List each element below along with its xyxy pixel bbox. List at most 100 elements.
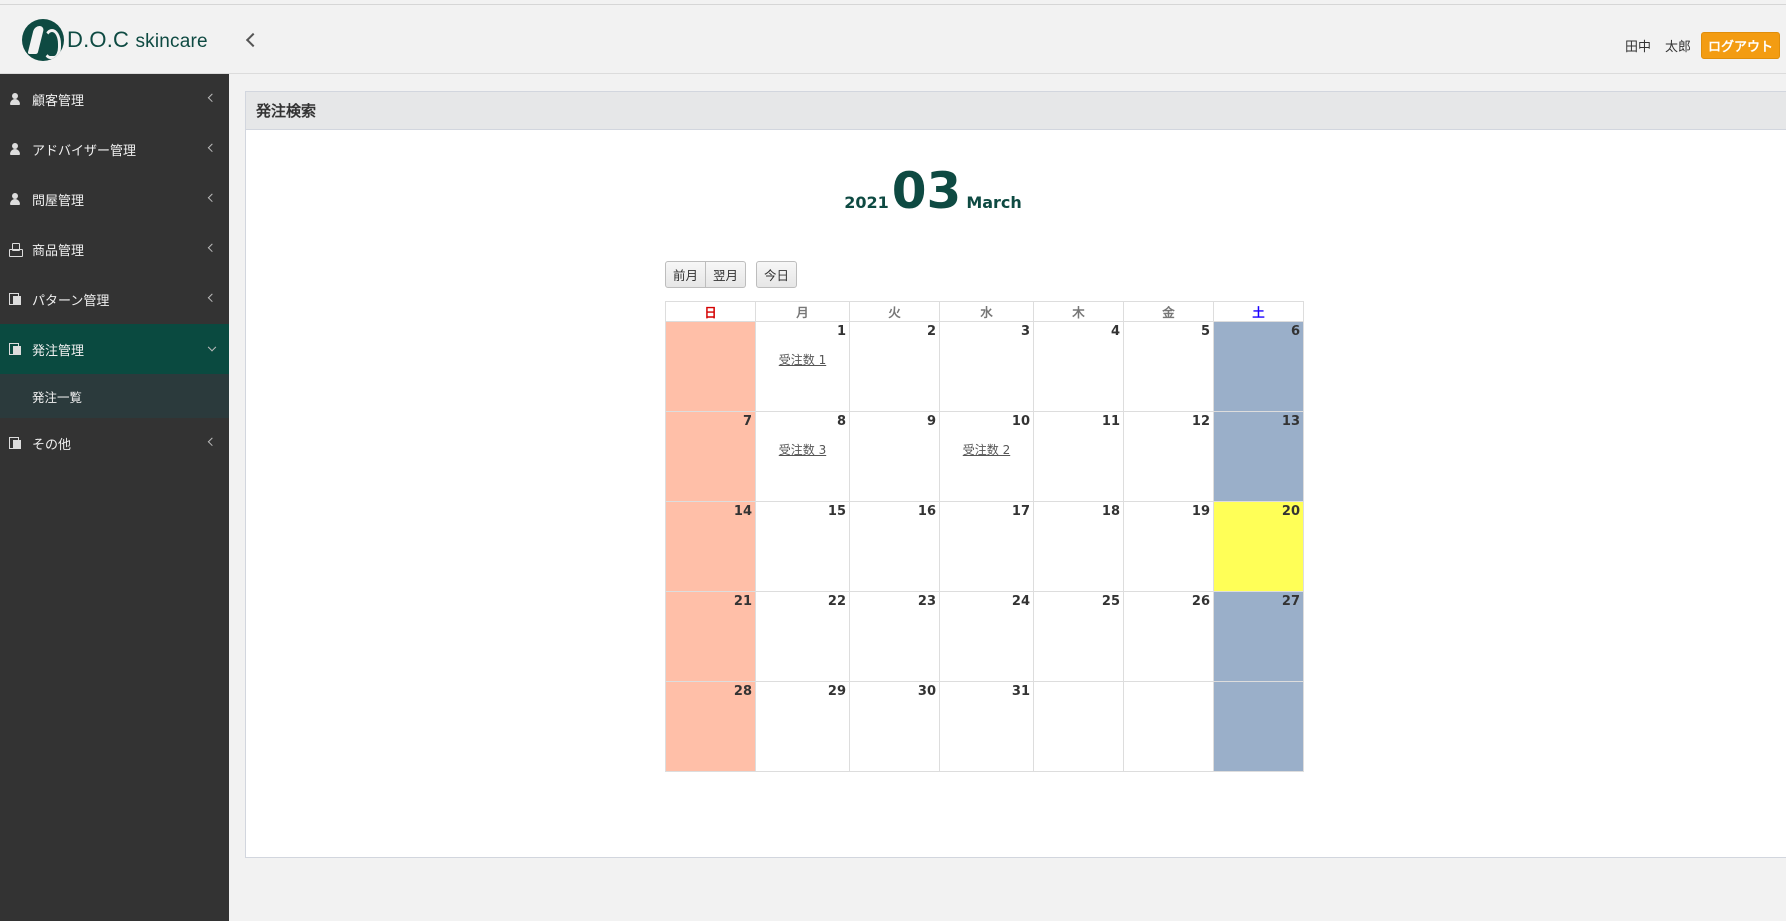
calendar-day-cell[interactable]: 9 — [849, 411, 940, 502]
copy-icon — [9, 293, 21, 305]
sidebar-item-advisors[interactable]: アドバイザー管理 — [0, 124, 229, 174]
logout-button[interactable]: ログアウト — [1700, 32, 1780, 59]
sidebar-item-label: その他 — [32, 437, 72, 453]
calendar-day-number: 28 — [733, 684, 752, 699]
calendar-day-number: 1 — [836, 324, 846, 339]
sidebar-item-customers[interactable]: 顧客管理 — [0, 74, 229, 124]
calendar-day-cell[interactable]: 27 — [1213, 591, 1304, 682]
calendar-day-number: 10 — [1011, 414, 1030, 429]
sidebar-item-orders[interactable]: 発注管理 — [0, 324, 229, 374]
logo-text: D.O.C skincare — [67, 27, 208, 53]
calendar-day-cell[interactable]: 5 — [1123, 321, 1214, 412]
calendar-day-cell[interactable]: 21 — [665, 591, 756, 682]
chevron-left-icon — [207, 437, 217, 447]
calendar-day-cell[interactable]: 19 — [1123, 501, 1214, 592]
cubes-icon — [9, 243, 23, 257]
logo-text-sub: skincare — [135, 31, 208, 52]
calendar-day-number: 5 — [1200, 324, 1210, 339]
calendar-day-number: 11 — [1101, 414, 1120, 429]
sidebar-item-other[interactable]: その他 — [0, 418, 229, 468]
copy-icon — [9, 343, 21, 355]
calendar-day-number: 19 — [1191, 504, 1210, 519]
calendar-day-cell[interactable]: 8 受注数 3 — [755, 411, 850, 502]
calendar-day-cell[interactable]: 16 — [849, 501, 940, 592]
calendar-day-cell[interactable]: 18 — [1033, 501, 1124, 592]
calendar-day-number: 17 — [1011, 504, 1030, 519]
calendar-day-cell[interactable]: 20 — [1213, 501, 1304, 592]
calendar-day-cell[interactable]: 13 — [1213, 411, 1304, 502]
calendar-day-cell[interactable]: 28 — [665, 681, 756, 772]
calendar-nav: 前月 翌月 今日 — [665, 261, 798, 288]
calendar-day-cell[interactable]: 26 — [1123, 591, 1214, 682]
calendar-day-cell[interactable]: 30 — [849, 681, 940, 772]
calendar-day-number: 20 — [1281, 504, 1300, 519]
calendar-day-number: 31 — [1011, 684, 1030, 699]
calendar-day-cell[interactable]: 7 — [665, 411, 756, 502]
calendar-day-number: 21 — [733, 594, 752, 609]
chevron-left-icon — [207, 243, 217, 253]
sidebar-toggle-chevron-left-icon[interactable] — [242, 29, 262, 53]
order-count-link[interactable]: 受注数 1 — [756, 351, 849, 368]
top-header: D.O.C skincare 田中 太郎 ログアウト — [0, 4, 1786, 74]
calendar-week-row: 21 22 23 24 25 26 27 — [665, 591, 1304, 682]
calendar-day-cell[interactable]: 22 — [755, 591, 850, 682]
calendar-day-cell[interactable]: 14 — [665, 501, 756, 592]
calendar-day-number: 7 — [742, 414, 752, 429]
user-icon — [9, 93, 21, 105]
calendar-day-number: 22 — [827, 594, 846, 609]
calendar-day-number: 27 — [1281, 594, 1300, 609]
chevron-left-icon — [207, 293, 217, 303]
calendar-day-cell[interactable]: 3 — [939, 321, 1034, 412]
calendar-day-number: 29 — [827, 684, 846, 699]
calendar-day-cell[interactable]: 6 — [1213, 321, 1304, 412]
calendar-week-row: 1 受注数 1 2 3 4 5 6 — [665, 321, 1304, 412]
calendar-day-cell[interactable]: 4 — [1033, 321, 1124, 412]
chevron-left-icon — [207, 193, 217, 203]
calendar-day-cell[interactable]: 1 受注数 1 — [755, 321, 850, 412]
sidebar-item-products[interactable]: 商品管理 — [0, 224, 229, 274]
calendar-day-cell[interactable]: 17 — [939, 501, 1034, 592]
calendar-day-number: 14 — [733, 504, 752, 519]
sidebar-subitem-order-list[interactable]: 発注一覧 — [0, 374, 229, 418]
user-icon — [9, 143, 21, 155]
sidebar-item-label: 商品管理 — [32, 243, 85, 259]
calendar-title: 2021 03 March — [246, 166, 1620, 216]
calendar-day-cell — [665, 321, 756, 412]
prev-month-button[interactable]: 前月 — [665, 261, 707, 288]
sidebar-item-label: 問屋管理 — [32, 193, 85, 209]
sidebar-subitem-label: 発注一覧 — [32, 389, 83, 405]
order-count-link[interactable]: 受注数 2 — [940, 441, 1033, 458]
calendar-day-number: 30 — [917, 684, 936, 699]
order-count-link[interactable]: 受注数 3 — [756, 441, 849, 458]
brand-logo[interactable]: D.O.C skincare — [22, 18, 208, 62]
weekday-fri: 金 — [1123, 301, 1214, 322]
chevron-left-icon — [207, 93, 217, 103]
sidebar-item-label: パターン管理 — [32, 293, 110, 309]
calendar-day-cell[interactable]: 11 — [1033, 411, 1124, 502]
calendar-day-cell[interactable]: 25 — [1033, 591, 1124, 682]
sidebar-item-patterns[interactable]: パターン管理 — [0, 274, 229, 324]
calendar-day-cell — [1033, 681, 1124, 772]
calendar-day-cell[interactable]: 31 — [939, 681, 1034, 772]
user-first-name: 太郎 — [1664, 40, 1691, 55]
calendar-day-number: 2 — [926, 324, 936, 339]
next-month-button[interactable]: 翌月 — [706, 261, 747, 288]
calendar-day-number: 16 — [917, 504, 936, 519]
calendar-day-cell[interactable]: 23 — [849, 591, 940, 682]
sidebar-item-wholesalers[interactable]: 問屋管理 — [0, 174, 229, 224]
calendar-day-cell[interactable]: 2 — [849, 321, 940, 412]
sidebar: 顧客管理 アドバイザー管理 問屋管理 商品管理 パターン管理 発注管理 発注一覧… — [0, 74, 229, 921]
calendar-day-cell[interactable]: 15 — [755, 501, 850, 592]
today-button[interactable]: 今日 — [756, 261, 798, 288]
calendar-day-cell[interactable]: 12 — [1123, 411, 1214, 502]
sidebar-item-label: アドバイザー管理 — [32, 143, 137, 159]
calendar-day-cell — [1213, 681, 1304, 772]
weekday-mon: 月 — [755, 301, 850, 322]
calendar-week-row: 14 15 16 17 18 19 20 — [665, 501, 1304, 592]
order-search-panel: 発注検索 2021 03 March 前月 翌月 今日 日 月 火 水 木 金 … — [245, 91, 1786, 858]
calendar-day-cell[interactable]: 10 受注数 2 — [939, 411, 1034, 502]
calendar-day-cell[interactable]: 24 — [939, 591, 1034, 682]
weekday-header-row: 日 月 火 水 木 金 土 — [665, 301, 1304, 322]
copy-icon — [9, 437, 21, 449]
calendar-day-cell[interactable]: 29 — [755, 681, 850, 772]
